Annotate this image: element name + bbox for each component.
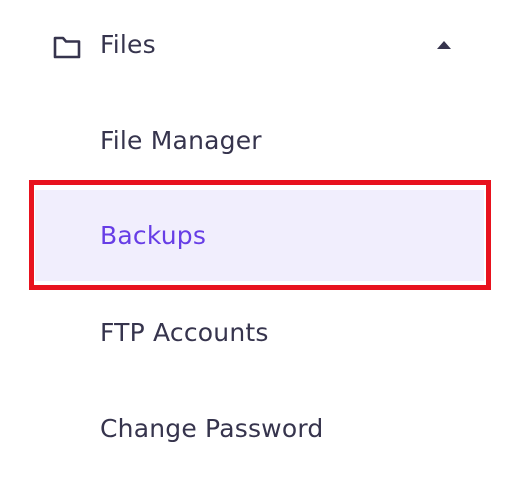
folder-icon [53,36,81,59]
menu-item-change-password[interactable]: Change Password [0,382,510,478]
menu-item-label: Backups [100,221,207,250]
menu-item-label: FTP Accounts [100,318,269,347]
menu-item-label: Change Password [100,414,324,443]
menu-item-label: File Manager [100,126,262,155]
menu-item-backups[interactable]: Backups [35,190,484,281]
files-section-title: Files [100,30,156,59]
files-section-toggle[interactable]: Files [0,0,510,92]
caret-up-icon[interactable] [437,41,451,49]
menu-item-ftp-accounts[interactable]: FTP Accounts [0,286,510,382]
menu-item-file-manager[interactable]: File Manager [0,94,510,190]
files-menu: Files File Manager Backups FTP Accounts … [0,0,510,486]
